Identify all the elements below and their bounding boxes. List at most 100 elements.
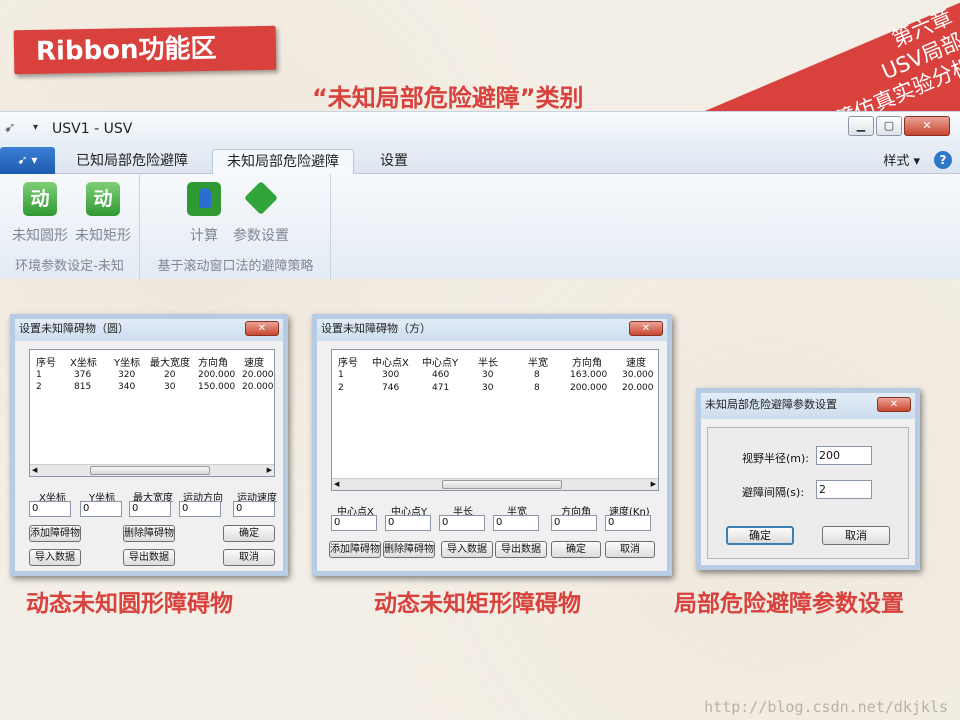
- export-data-button[interactable]: 导出数据: [495, 541, 547, 558]
- table-cell[interactable]: 30: [482, 383, 493, 393]
- dialog-close-button[interactable]: ✕: [629, 321, 663, 336]
- delete-obstacle-button[interactable]: 删除障碍物: [383, 541, 435, 558]
- delete-obstacle-button[interactable]: 删除障碍物: [123, 525, 175, 542]
- table-cell[interactable]: 471: [432, 383, 449, 393]
- table-cell[interactable]: 8: [534, 383, 540, 393]
- scroll-left-icon[interactable]: ◀: [334, 480, 339, 488]
- column-header[interactable]: 序号: [36, 354, 56, 369]
- close-button[interactable]: ✕: [904, 116, 950, 136]
- ok-button[interactable]: 确定: [551, 541, 601, 558]
- table-cell[interactable]: 1: [338, 370, 344, 380]
- tab-settings[interactable]: 设置: [366, 149, 422, 175]
- tab-known-danger[interactable]: 已知局部危险避障: [62, 149, 202, 175]
- horizontal-scrollbar[interactable]: ◀ ▶: [332, 478, 658, 490]
- table-cell[interactable]: 815: [74, 382, 91, 392]
- move-direction-input[interactable]: 0: [179, 501, 221, 517]
- column-header[interactable]: 序号: [338, 354, 358, 369]
- cancel-button[interactable]: 取消: [605, 541, 655, 558]
- add-obstacle-button[interactable]: 添加障碍物: [329, 541, 381, 558]
- unknown-circle-button[interactable]: 动 未知圆形: [10, 182, 70, 245]
- table-cell[interactable]: 20.000: [242, 370, 274, 380]
- application-menu-button[interactable]: ➹ ▾: [0, 147, 55, 174]
- table-cell[interactable]: 2: [338, 383, 344, 393]
- table-cell[interactable]: 460: [432, 370, 449, 380]
- heading-angle-input[interactable]: 0: [551, 515, 597, 531]
- window-title: USV1 - USV: [52, 121, 133, 137]
- speed-input[interactable]: 0: [605, 515, 651, 531]
- import-data-button[interactable]: 导入数据: [29, 549, 81, 566]
- import-data-button[interactable]: 导入数据: [441, 541, 493, 558]
- x-coordinate-input[interactable]: 0: [29, 501, 71, 517]
- quick-access-dropdown-icon[interactable]: ▾: [33, 122, 38, 133]
- table-cell[interactable]: 30: [482, 370, 493, 380]
- minimize-button[interactable]: ▁: [848, 116, 874, 136]
- table-cell[interactable]: 20.000: [622, 383, 654, 393]
- column-header[interactable]: 中心点Y: [422, 354, 458, 369]
- caption-rect: 动态未知矩形障碍物: [374, 591, 581, 617]
- column-header[interactable]: 半宽: [528, 354, 548, 369]
- table-cell[interactable]: 340: [118, 382, 135, 392]
- obstacle-table[interactable]: 序号 中心点X 中心点Y 半长 半宽 方向角 速度 1 300 460 30 8…: [331, 349, 659, 491]
- table-cell[interactable]: 1: [36, 370, 42, 380]
- column-header[interactable]: 方向角: [572, 354, 602, 369]
- scroll-left-icon[interactable]: ◀: [32, 466, 37, 474]
- dialog-close-button[interactable]: ✕: [877, 397, 911, 412]
- scroll-right-icon[interactable]: ▶: [267, 466, 272, 474]
- scroll-right-icon[interactable]: ▶: [651, 480, 656, 488]
- table-cell[interactable]: 320: [118, 370, 135, 380]
- table-cell[interactable]: 8: [534, 370, 540, 380]
- button-label: 未知圆形: [12, 228, 68, 244]
- table-cell[interactable]: 200.000: [198, 370, 235, 380]
- y-coordinate-input[interactable]: 0: [80, 501, 122, 517]
- move-speed-input[interactable]: 0: [233, 501, 275, 517]
- column-header[interactable]: X坐标: [70, 354, 97, 369]
- table-cell[interactable]: 2: [36, 382, 42, 392]
- horizontal-scrollbar[interactable]: ◀ ▶: [30, 464, 274, 476]
- avoidance-interval-input[interactable]: 2: [816, 480, 872, 499]
- table-cell[interactable]: 20.000: [242, 382, 274, 392]
- export-data-button[interactable]: 导出数据: [123, 549, 175, 566]
- add-obstacle-button[interactable]: 添加障碍物: [29, 525, 81, 542]
- table-cell[interactable]: 300: [382, 370, 399, 380]
- cancel-button[interactable]: 取消: [822, 526, 890, 545]
- max-width-input[interactable]: 0: [129, 501, 171, 517]
- center-y-input[interactable]: 0: [385, 515, 431, 531]
- cancel-button[interactable]: 取消: [223, 549, 275, 566]
- column-header[interactable]: Y坐标: [114, 354, 140, 369]
- calculate-button[interactable]: 计算: [174, 182, 234, 245]
- scroll-thumb[interactable]: [442, 480, 562, 489]
- style-menu[interactable]: 样式 ▾: [883, 150, 920, 169]
- column-header[interactable]: 最大宽度: [150, 354, 190, 369]
- column-header[interactable]: 方向角: [198, 354, 228, 369]
- table-cell[interactable]: 746: [382, 383, 399, 393]
- column-header[interactable]: 速度: [626, 354, 646, 369]
- unknown-rect-button[interactable]: 动 未知矩形: [73, 182, 133, 245]
- table-cell[interactable]: 30: [164, 382, 175, 392]
- column-header[interactable]: 中心点X: [372, 354, 409, 369]
- scroll-thumb[interactable]: [90, 466, 210, 475]
- table-cell[interactable]: 150.000: [198, 382, 235, 392]
- column-header[interactable]: 速度: [244, 354, 264, 369]
- help-icon[interactable]: ?: [934, 151, 952, 169]
- half-length-input[interactable]: 0: [439, 515, 485, 531]
- obstacle-table[interactable]: 序号 X坐标 Y坐标 最大宽度 方向角 速度 1 376 320 20 200.…: [29, 349, 275, 477]
- table-cell[interactable]: 376: [74, 370, 91, 380]
- table-cell[interactable]: 30.000: [622, 370, 654, 380]
- table-cell[interactable]: 200.000: [570, 383, 607, 393]
- half-width-input[interactable]: 0: [493, 515, 539, 531]
- dialog-title-bar: 设置未知障碍物（圆） ✕: [15, 319, 283, 341]
- center-x-input[interactable]: 0: [331, 515, 377, 531]
- tab-unknown-danger[interactable]: 未知局部危险避障: [212, 149, 354, 175]
- maximize-button[interactable]: ▢: [876, 116, 902, 136]
- table-cell[interactable]: 20: [164, 370, 175, 380]
- dialog-close-button[interactable]: ✕: [245, 321, 279, 336]
- parameter-settings-button[interactable]: 参数设置: [231, 182, 291, 245]
- dialog-rect-obstacles: 设置未知障碍物（方） ✕ 序号 中心点X 中心点Y 半长 半宽 方向角 速度 1…: [312, 314, 672, 576]
- app-icon[interactable]: ➹: [4, 120, 24, 136]
- column-header[interactable]: 半长: [478, 354, 498, 369]
- ok-button[interactable]: 确定: [726, 526, 794, 545]
- view-radius-input[interactable]: 200: [816, 446, 872, 465]
- table-cell[interactable]: 163.000: [570, 370, 607, 380]
- ribbon-group-strategy: 计算 参数设置 基于滚动窗口法的避障策略: [141, 174, 331, 279]
- ok-button[interactable]: 确定: [223, 525, 275, 542]
